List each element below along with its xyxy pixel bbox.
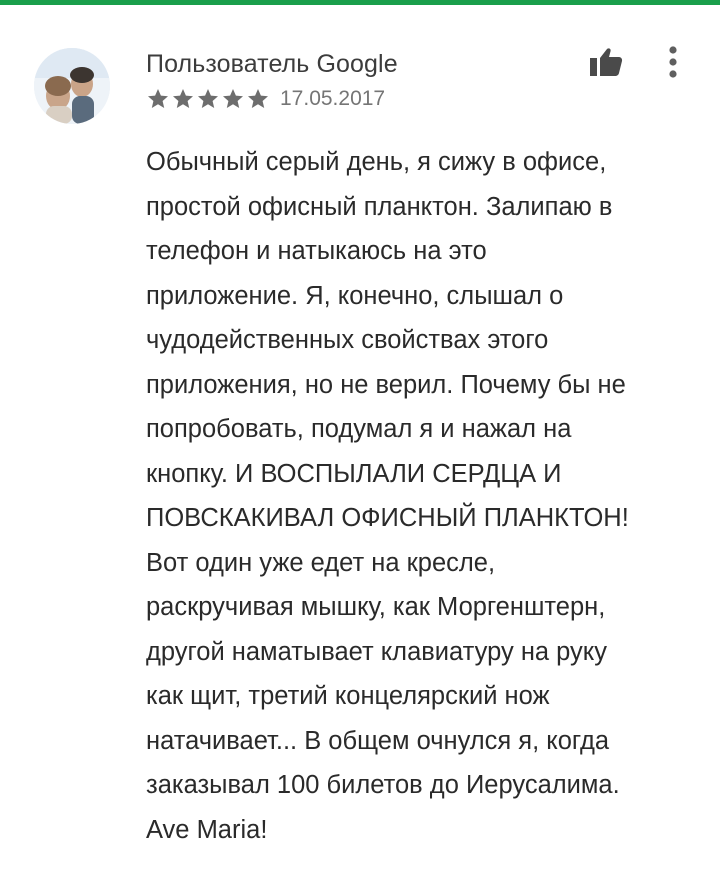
review-text-line: ПОВСКАКИВАЛ ОФИСНЫЙ ПЛАНКТОН!	[146, 504, 629, 532]
more-options-button[interactable]	[658, 42, 688, 82]
review-date: 17.05.2017	[280, 87, 386, 110]
review-text-line: кнопку. И ВОСПЫЛАЛИ СЕРДЦА И	[146, 459, 562, 488]
review-text-line: приложения, но не верил. Почему бы не	[146, 370, 626, 399]
review-text-line: Ave Maria!	[146, 815, 268, 844]
review-text-line: приложение. Я, конечно, слышал о	[146, 281, 564, 310]
rating-row: 17.05.2017	[146, 86, 385, 112]
helpful-button[interactable]	[586, 42, 626, 82]
review-text-line: заказывал 100 билетов до Иерусалима.	[146, 771, 620, 799]
star-icon	[248, 89, 268, 108]
review-text-line: натачивает... В общем очнулся я, когда	[146, 726, 610, 755]
reviewer-name: Пользователь Google	[146, 50, 398, 78]
star-icon	[173, 89, 193, 108]
star-icon	[198, 89, 218, 108]
thumb-up-icon	[590, 48, 623, 76]
more-vert-icon	[669, 46, 677, 78]
review-text-line: попробовать, подумал я и нажал на	[146, 415, 572, 443]
review-text-line: как щит, третий концелярский нож	[146, 682, 550, 710]
star-icon	[223, 89, 243, 108]
review-text-line: простой офисный планктон. Залипаю в	[146, 192, 613, 221]
review-text-line: Вот один уже едет на кресле,	[146, 548, 496, 577]
review-text-line: телефон и натыкаюсь на это	[146, 237, 487, 265]
star-rating	[146, 87, 270, 111]
star-icon	[148, 89, 168, 108]
review-text-line: чудодейственных свойствах этого	[146, 326, 549, 354]
review-text-line: Обычный серый день, я сижу в офисе,	[146, 148, 607, 176]
review-body: Обычный серый день, я сижу в офисе, прост…	[146, 140, 691, 852]
review-text-line: раскручивая мышку, как Моргенштерн,	[146, 593, 606, 621]
user-photo-avatar-icon	[34, 48, 110, 124]
avatar[interactable]	[34, 48, 110, 124]
accent-top-bar	[0, 0, 720, 5]
review-text-line: другой наматывает клавиатуру на руку	[146, 637, 608, 666]
